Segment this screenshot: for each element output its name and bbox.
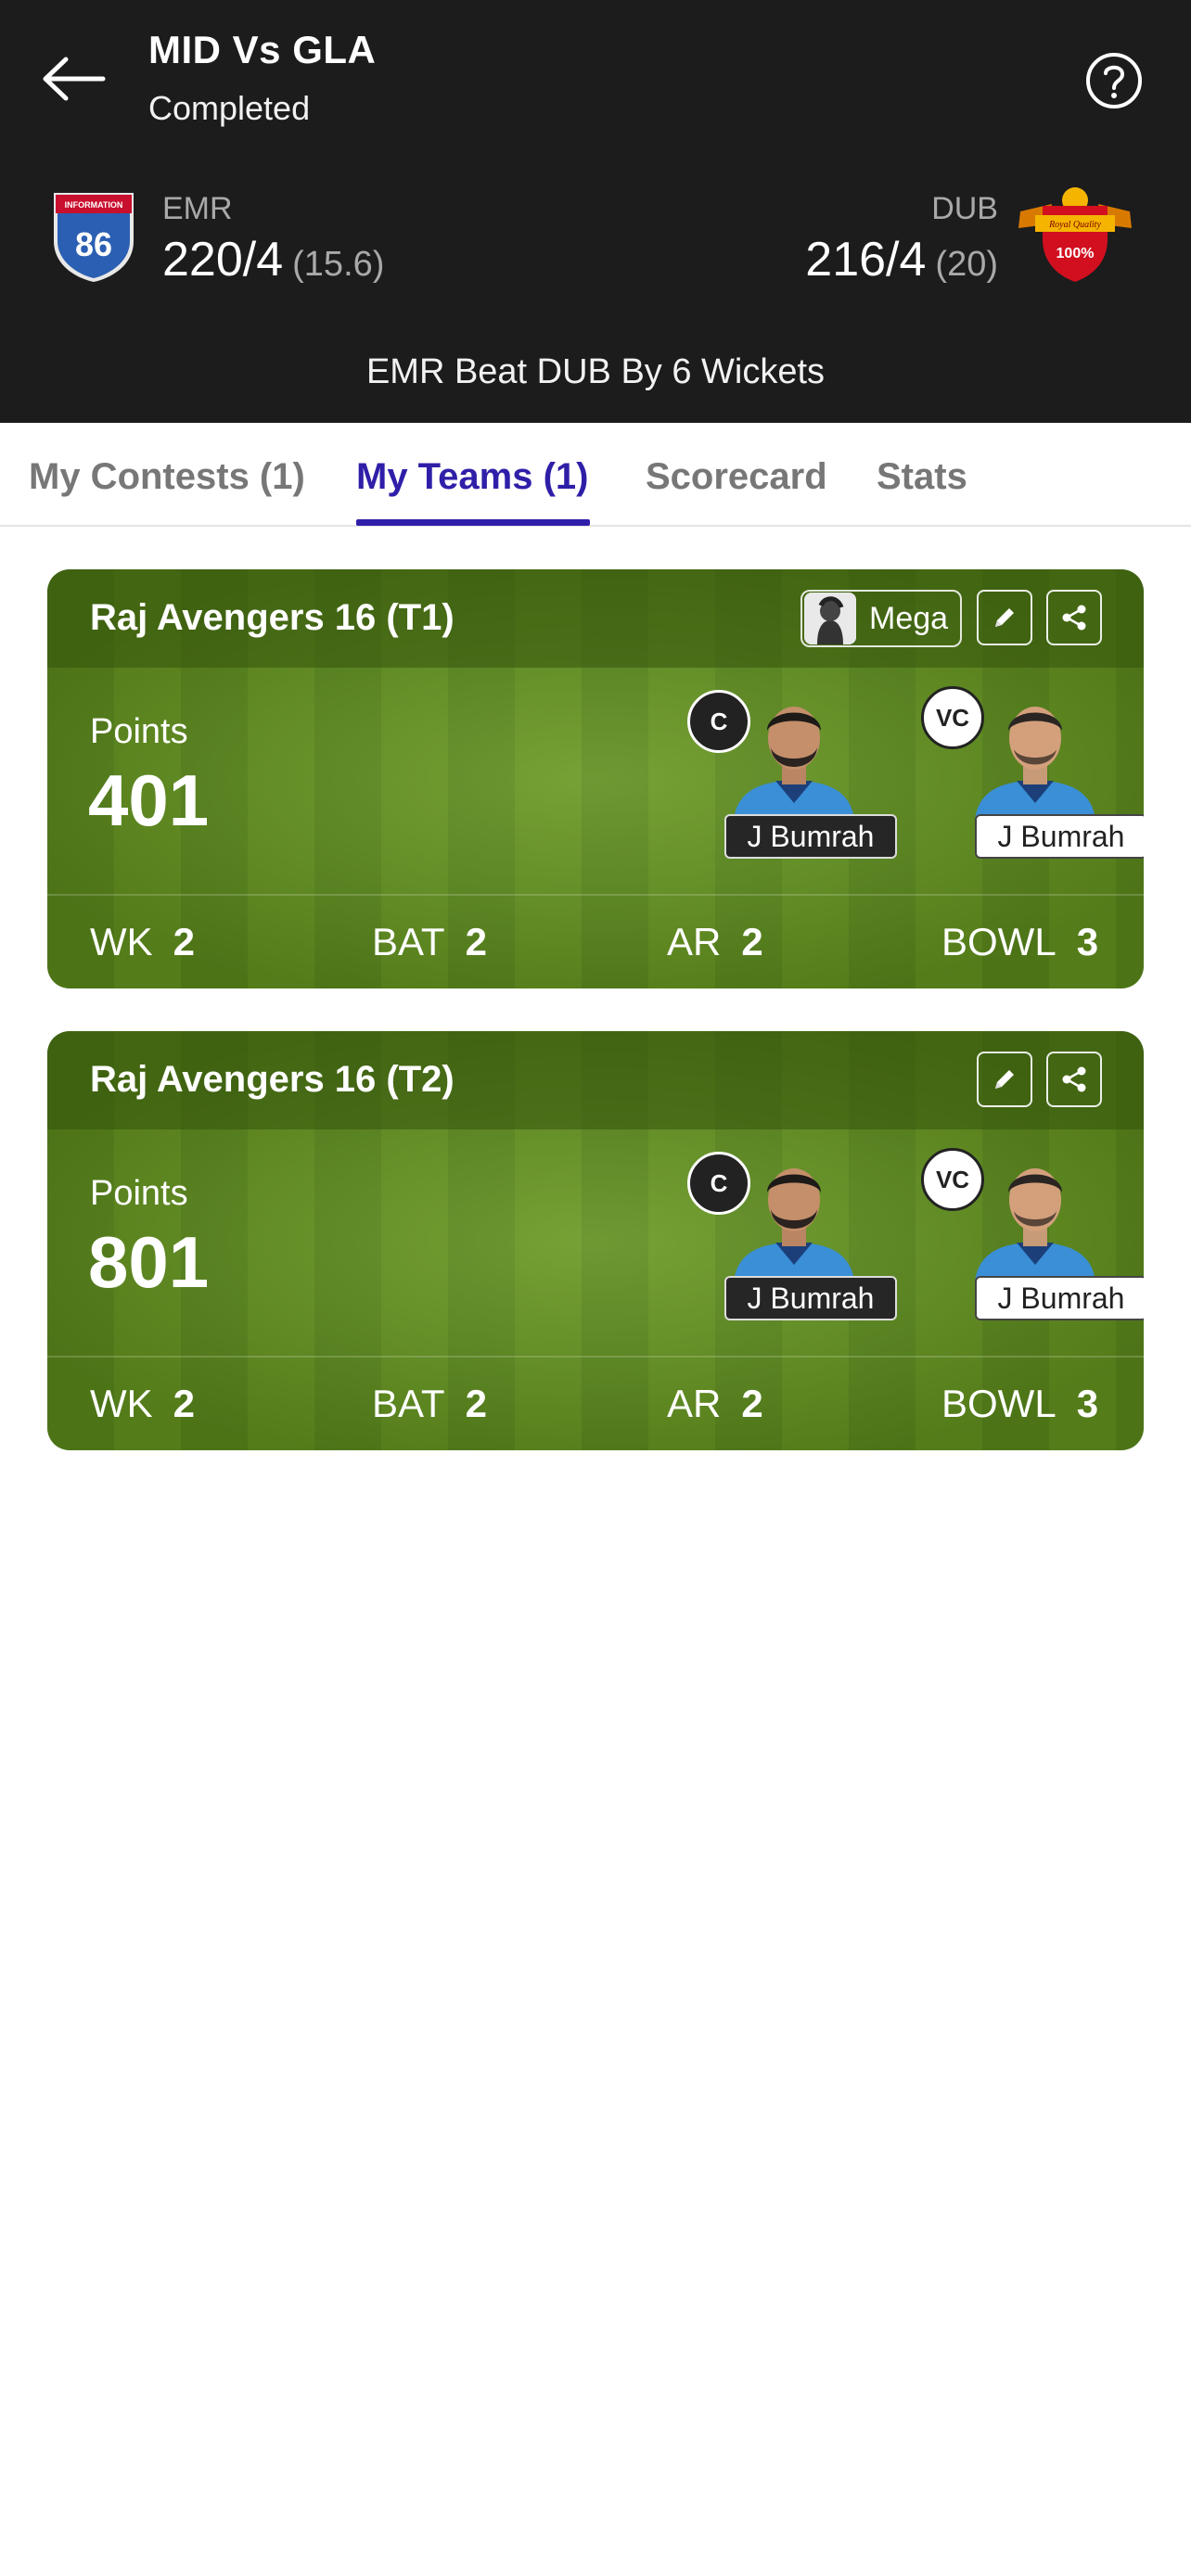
share-icon (1062, 1066, 1086, 1092)
tab-my-teams[interactable]: My Teams (1) (356, 456, 588, 498)
team-right-runs: 216/4 (805, 233, 927, 287)
team-right-code: DUB (931, 191, 998, 226)
contest-avatar (804, 593, 856, 644)
team-left-overs: (15.6) (292, 245, 385, 284)
team-left-score: 220/4 (15.6) (162, 232, 384, 287)
player-avatar (975, 707, 1095, 820)
stat-value: 2 (741, 1382, 763, 1425)
match-result: EMR Beat DUB By 6 Wickets (365, 352, 826, 391)
edit-team-button[interactable] (977, 1052, 1032, 1107)
team-left-logo-text: 86 (75, 225, 112, 263)
stat-label: BOWL (941, 920, 1057, 963)
stat-bowl: BOWL 3 (941, 920, 1098, 964)
team-left-code: EMR (162, 191, 233, 226)
stat-bat: BAT 2 (372, 1382, 487, 1426)
stat-label: WK (90, 920, 153, 963)
stat-wk: WK 2 (90, 920, 195, 964)
tab-bar: My Contests (1) My Teams (1) Scorecard S… (0, 423, 1191, 527)
match-header: MID Vs GLA Completed INFORMATION 86 EMR … (0, 0, 1191, 423)
share-icon (1062, 605, 1086, 631)
stat-ar: AR 2 (667, 1382, 763, 1426)
active-tab-indicator (356, 519, 590, 526)
stat-label: AR (667, 920, 722, 963)
pencil-icon (995, 1070, 1014, 1089)
team-right-logo-text: 100% (1057, 246, 1095, 261)
stat-label: WK (90, 1382, 153, 1425)
tab-stats[interactable]: Stats (877, 456, 967, 498)
stat-label: BAT (372, 920, 445, 963)
stat-value: 3 (1076, 1382, 1099, 1425)
edit-team-button[interactable] (977, 590, 1032, 645)
stat-value: 2 (465, 1382, 487, 1425)
stat-ar: AR 2 (667, 920, 763, 964)
help-button[interactable] (1082, 48, 1146, 113)
points-value: 801 (88, 1221, 210, 1303)
team-right-overs: (20) (935, 245, 998, 284)
team-name: Raj Avengers 16 (T1) (90, 597, 455, 638)
team-composition: WK 2 BAT 2 AR 2 BOWL 3 (47, 1356, 1144, 1450)
points-value: 401 (88, 759, 210, 841)
stat-value: 2 (741, 920, 763, 963)
team-card[interactable]: Raj Avengers 16 (T1) Mega Points 401 C J… (47, 569, 1144, 988)
vice-captain-player[interactable]: VC J Bumrah (921, 1148, 1144, 1320)
tab-scorecard[interactable]: Scorecard (646, 456, 827, 498)
vice-captain-badge: VC (921, 686, 984, 749)
back-button[interactable] (37, 46, 111, 111)
team-left-logo-banner: INFORMATION (65, 200, 123, 210)
captain-player[interactable]: C J Bumrah (687, 690, 897, 859)
stat-label: BOWL (941, 1382, 1057, 1425)
share-team-button[interactable] (1046, 590, 1102, 645)
contest-chip[interactable]: Mega (800, 590, 962, 647)
stat-value: 3 (1076, 920, 1099, 963)
captain-name: J Bumrah (724, 1276, 897, 1320)
contest-chip-label: Mega (869, 600, 949, 636)
vice-captain-badge: VC (921, 1148, 984, 1211)
team-right-logo-banner: Royal Quality (1048, 220, 1101, 230)
stat-label: BAT (372, 1382, 445, 1425)
team-name: Raj Avengers 16 (T2) (90, 1059, 455, 1100)
team-left-logo: INFORMATION 86 (43, 184, 145, 286)
help-icon (1086, 53, 1142, 108)
vice-captain-name: J Bumrah (975, 1276, 1144, 1320)
captain-badge: C (687, 1152, 750, 1215)
match-status: Completed (148, 89, 311, 127)
captain-player[interactable]: C J Bumrah (687, 1152, 897, 1320)
points-label: Points (90, 712, 188, 751)
stat-value: 2 (173, 920, 196, 963)
team-right-logo: Royal Quality 100% (1015, 184, 1132, 286)
points-label: Points (90, 1174, 188, 1213)
player-avatar (975, 1168, 1095, 1282)
vice-captain-player[interactable]: VC J Bumrah (921, 686, 1144, 859)
stat-label: AR (667, 1382, 722, 1425)
team-card-header: Raj Avengers 16 (T2) (47, 1031, 1144, 1129)
stat-bat: BAT 2 (372, 920, 487, 964)
back-arrow-icon (43, 57, 106, 101)
match-title: MID Vs GLA (148, 28, 377, 71)
stat-value: 2 (465, 920, 487, 963)
pencil-icon (995, 608, 1014, 627)
team-composition: WK 2 BAT 2 AR 2 BOWL 3 (47, 894, 1144, 988)
team-right-score: 216/4 (20) (805, 232, 998, 287)
captain-name: J Bumrah (724, 814, 897, 859)
captain-badge: C (687, 690, 750, 753)
team-card[interactable]: Raj Avengers 16 (T2) Points 801 C J Bumr… (47, 1031, 1144, 1450)
tab-my-contests[interactable]: My Contests (1) (29, 456, 305, 498)
stat-value: 2 (173, 1382, 196, 1425)
stat-bowl: BOWL 3 (941, 1382, 1098, 1426)
vice-captain-name: J Bumrah (975, 814, 1144, 859)
stat-wk: WK 2 (90, 1382, 195, 1426)
team-left-runs: 220/4 (162, 233, 284, 287)
share-team-button[interactable] (1046, 1052, 1102, 1107)
team-card-header: Raj Avengers 16 (T1) Mega (47, 569, 1144, 668)
